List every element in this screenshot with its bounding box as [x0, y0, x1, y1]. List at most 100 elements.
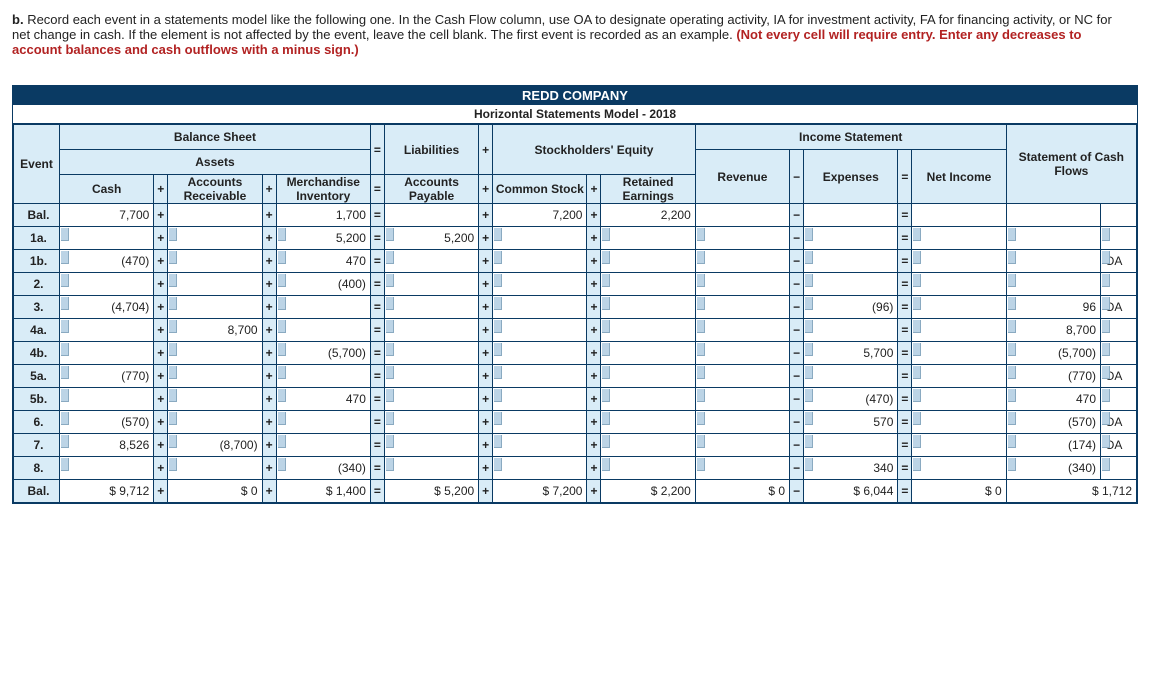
- ap-cell[interactable]: [384, 250, 478, 273]
- re-cell[interactable]: [601, 319, 695, 342]
- scf-flow-cell[interactable]: [1101, 388, 1137, 411]
- rev-cell[interactable]: [695, 273, 789, 296]
- ap-cell[interactable]: [384, 365, 478, 388]
- scf-flow-cell[interactable]: [1101, 342, 1137, 365]
- exp-cell[interactable]: 340: [804, 457, 898, 480]
- cs-cell[interactable]: [493, 434, 587, 457]
- re-cell[interactable]: [601, 342, 695, 365]
- scf-amount-cell[interactable]: (174): [1006, 434, 1100, 457]
- rev-cell[interactable]: [695, 227, 789, 250]
- rev-cell[interactable]: [695, 342, 789, 365]
- scf-flow-cell[interactable]: OA: [1101, 365, 1137, 388]
- ar-cell[interactable]: [168, 457, 262, 480]
- cash-cell[interactable]: 8,526: [60, 434, 154, 457]
- cash-cell[interactable]: [60, 273, 154, 296]
- exp-cell[interactable]: (96): [804, 296, 898, 319]
- re-cell[interactable]: [601, 250, 695, 273]
- ap-cell[interactable]: [384, 273, 478, 296]
- cash-cell[interactable]: (470): [60, 250, 154, 273]
- rev-cell[interactable]: [695, 388, 789, 411]
- inv-cell[interactable]: [276, 411, 370, 434]
- exp-cell[interactable]: 570: [804, 411, 898, 434]
- ni-cell[interactable]: [912, 457, 1006, 480]
- ar-cell[interactable]: [168, 227, 262, 250]
- scf-flow-cell[interactable]: OA: [1101, 434, 1137, 457]
- scf-amount-cell[interactable]: 8,700: [1006, 319, 1100, 342]
- ni-cell[interactable]: [912, 319, 1006, 342]
- rev-cell[interactable]: [695, 296, 789, 319]
- scf-flow-cell[interactable]: [1101, 457, 1137, 480]
- re-cell[interactable]: [601, 411, 695, 434]
- cs-cell[interactable]: [493, 457, 587, 480]
- ar-cell[interactable]: [168, 365, 262, 388]
- scf-flow-cell[interactable]: [1101, 227, 1137, 250]
- scf-amount-cell[interactable]: 96: [1006, 296, 1100, 319]
- scf-amount-cell[interactable]: (570): [1006, 411, 1100, 434]
- exp-cell[interactable]: [804, 434, 898, 457]
- ni-cell[interactable]: [912, 434, 1006, 457]
- inv-cell[interactable]: (400): [276, 273, 370, 296]
- ar-cell[interactable]: [168, 250, 262, 273]
- cash-cell[interactable]: (770): [60, 365, 154, 388]
- ar-cell[interactable]: [168, 296, 262, 319]
- scf-amount-cell[interactable]: (5,700): [1006, 342, 1100, 365]
- inv-cell[interactable]: [276, 319, 370, 342]
- cs-cell[interactable]: [493, 388, 587, 411]
- ap-cell[interactable]: [384, 319, 478, 342]
- scf-flow-cell[interactable]: [1101, 319, 1137, 342]
- ar-cell[interactable]: [168, 273, 262, 296]
- re-cell[interactable]: [601, 457, 695, 480]
- ar-cell[interactable]: (8,700): [168, 434, 262, 457]
- inv-cell[interactable]: 470: [276, 388, 370, 411]
- scf-amount-cell[interactable]: [1006, 273, 1100, 296]
- cs-cell[interactable]: [493, 411, 587, 434]
- ap-cell[interactable]: [384, 411, 478, 434]
- cash-cell[interactable]: (570): [60, 411, 154, 434]
- inv-cell[interactable]: (340): [276, 457, 370, 480]
- scf-flow-cell[interactable]: OA: [1101, 411, 1137, 434]
- re-cell[interactable]: [601, 434, 695, 457]
- inv-cell[interactable]: [276, 365, 370, 388]
- ap-cell[interactable]: [384, 296, 478, 319]
- ap-cell[interactable]: [384, 342, 478, 365]
- rev-cell[interactable]: [695, 457, 789, 480]
- re-cell[interactable]: [601, 273, 695, 296]
- cash-cell[interactable]: (4,704): [60, 296, 154, 319]
- scf-flow-cell[interactable]: OA: [1101, 250, 1137, 273]
- ap-cell[interactable]: [384, 434, 478, 457]
- scf-amount-cell[interactable]: [1006, 250, 1100, 273]
- rev-cell[interactable]: [695, 250, 789, 273]
- cs-cell[interactable]: [493, 250, 587, 273]
- cs-cell[interactable]: [493, 296, 587, 319]
- ni-cell[interactable]: [912, 296, 1006, 319]
- re-cell[interactable]: [601, 227, 695, 250]
- cash-cell[interactable]: [60, 342, 154, 365]
- cash-cell[interactable]: [60, 457, 154, 480]
- exp-cell[interactable]: 5,700: [804, 342, 898, 365]
- ap-cell[interactable]: 5,200: [384, 227, 478, 250]
- cash-cell[interactable]: [60, 319, 154, 342]
- rev-cell[interactable]: [695, 319, 789, 342]
- ni-cell[interactable]: [912, 273, 1006, 296]
- cs-cell[interactable]: [493, 342, 587, 365]
- rev-cell[interactable]: [695, 434, 789, 457]
- inv-cell[interactable]: [276, 434, 370, 457]
- re-cell[interactable]: [601, 365, 695, 388]
- cs-cell[interactable]: [493, 365, 587, 388]
- cs-cell[interactable]: [493, 319, 587, 342]
- inv-cell[interactable]: 5,200: [276, 227, 370, 250]
- ni-cell[interactable]: [912, 342, 1006, 365]
- ar-cell[interactable]: [168, 411, 262, 434]
- scf-amount-cell[interactable]: 470: [1006, 388, 1100, 411]
- ni-cell[interactable]: [912, 227, 1006, 250]
- rev-cell[interactable]: [695, 365, 789, 388]
- inv-cell[interactable]: [276, 296, 370, 319]
- rev-cell[interactable]: [695, 411, 789, 434]
- exp-cell[interactable]: [804, 319, 898, 342]
- scf-amount-cell[interactable]: [1006, 227, 1100, 250]
- cash-cell[interactable]: [60, 388, 154, 411]
- ni-cell[interactable]: [912, 365, 1006, 388]
- ap-cell[interactable]: [384, 388, 478, 411]
- inv-cell[interactable]: (5,700): [276, 342, 370, 365]
- scf-flow-cell[interactable]: OA: [1101, 296, 1137, 319]
